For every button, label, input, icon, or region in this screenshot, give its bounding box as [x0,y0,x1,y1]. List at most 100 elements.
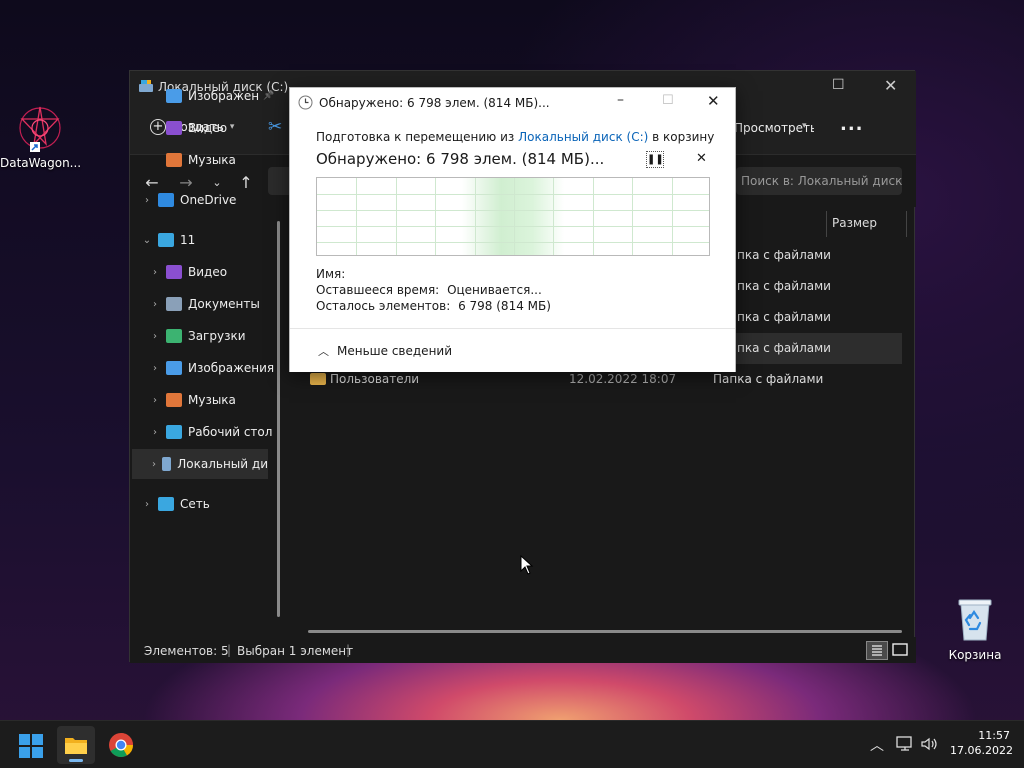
clock[interactable]: 11:57 17.06.2022 [950,729,1013,757]
less-details-button[interactable]: ︿ Меньше сведений [318,343,452,359]
maximize-button[interactable]: ☐ [662,93,674,108]
name-label: Имя: [316,267,346,281]
expand-chevron-icon[interactable]: › [148,363,162,374]
desktop-icon-label: Корзина [948,648,1002,662]
graph-gridline [317,226,709,227]
tiles-view-button[interactable] [890,641,910,660]
speed-graph [316,177,710,256]
sidebar-item-pictures[interactable]: Изображен 📌 [130,81,280,111]
desktop-icon [166,425,182,439]
sidebar-item-pictures[interactable]: › Изображения [130,353,280,383]
sidebar-item-label: 11 [180,233,196,247]
prep-prefix: Подготовка к перемещению из [316,130,515,144]
expand-chevron-icon[interactable]: › [148,267,162,278]
volume-icon[interactable] [920,736,938,752]
details-view-icon [872,645,882,656]
local-disk-icon [162,457,172,471]
sidebar-item-network[interactable]: › Сеть [130,489,280,519]
operation-description: Подготовка к перемещению из Локальный ди… [316,130,714,144]
desktop-icon-datawagon[interactable]: DataWagon... [0,104,82,170]
expand-chevron-icon[interactable]: › [148,299,162,310]
taskbar-file-explorer[interactable] [57,726,95,764]
file-type: пка с файлами [737,248,831,262]
remaining-label: Осталось элементов: [316,299,451,313]
sidebar-item-this-pc[interactable]: ⌄ 11 [130,225,280,255]
start-button[interactable] [18,733,44,759]
status-divider: | [346,643,351,657]
dialog-footer: ︿ Меньше сведений [290,328,735,372]
show-hidden-icons-button[interactable]: ︿ [870,735,884,755]
taskbar-chrome[interactable] [108,732,134,758]
sidebar-item-label: Локальный ди [177,457,268,471]
clock-icon [298,95,313,110]
active-app-indicator [69,759,83,762]
folder-icon [65,738,87,754]
sidebar-item-videos[interactable]: Видео [130,113,280,143]
chrome-icon [109,733,133,758]
expand-chevron-icon[interactable]: › [148,395,162,406]
mouse-cursor [520,555,534,575]
details-view-button[interactable] [866,641,888,660]
sidebar-item-label: OneDrive [180,193,237,207]
file-date: 12.02.2022 18:07 [569,372,677,386]
sidebar-item-label: Видео [188,265,228,279]
more-options-button[interactable]: ... [840,114,864,135]
column-header-divider [826,211,827,237]
sidebar-item-documents[interactable]: › Документы [130,289,280,319]
less-details-label: Меньше сведений [337,344,453,358]
cancel-button[interactable]: ✕ [696,151,707,166]
restore-button[interactable]: ☐ [832,77,845,93]
time-remaining-row: Оставшееся время: Оценивается... [316,283,542,297]
expand-chevron-icon[interactable]: ⌄ [140,235,154,246]
sidebar-item-desktop[interactable]: › Рабочий стол [130,417,280,447]
windows-logo-icon [19,734,43,758]
sidebar-item-label: Рабочий стол [188,425,273,439]
delete-progress-dialog: Обнаружено: 6 798 элем. (814 МБ)... – ☐ … [289,87,736,372]
time-value: Оценивается... [447,283,542,297]
sidebar-item-videos[interactable]: › Видео [130,257,280,287]
sidebar-item-music[interactable]: › Музыка [130,385,280,415]
network-status-icon[interactable] [896,736,914,752]
graph-gridline [317,210,709,211]
dialog-title: Обнаружено: 6 798 элем. (814 МБ)... [319,96,550,110]
pin-icon: 📌 [263,91,275,101]
pause-icon: ❚❚ [647,154,664,165]
desktop-icon-label: DataWagon... [0,156,82,170]
sidebar-item-label: Сеть [180,497,210,511]
status-bar: Элементов: 5 | Выбран 1 элемент | [130,637,916,663]
graph-gridline [671,178,673,255]
dialog-titlebar[interactable]: Обнаружено: 6 798 элем. (814 МБ)... – ☐ … [290,88,737,118]
expand-chevron-icon[interactable]: › [140,499,154,510]
expand-chevron-icon[interactable]: › [140,195,154,206]
sidebar-item-downloads[interactable]: › Загрузки [130,321,280,351]
file-type: пка с файлами [737,341,831,355]
close-button[interactable]: ✕ [884,76,897,95]
sidebar-item-onedrive[interactable]: › OneDrive [130,185,280,215]
pause-button[interactable]: ❚❚ [646,151,664,168]
minimize-button[interactable]: – [617,92,624,108]
chevron-down-icon: ▾ [802,121,807,131]
onedrive-icon [158,193,174,207]
time-label: Оставшееся время: [316,283,440,297]
sidebar-item-music[interactable]: Музыка [130,145,280,175]
sidebar-item-label: Загрузки [188,329,246,343]
expand-chevron-icon[interactable]: › [148,427,162,438]
prep-suffix: в корзину [652,130,715,144]
source-link[interactable]: Локальный диск (C:) [518,130,648,144]
pictures-icon [166,89,182,103]
tiles-view-icon [892,643,908,656]
search-box[interactable]: Поиск в: Локальный диск (... [736,167,902,195]
expand-chevron-icon[interactable]: › [148,331,162,342]
desktop-icon-recycle-bin[interactable]: Корзина [935,596,1015,662]
column-header-size[interactable]: Размер [832,216,877,230]
expand-chevron-icon[interactable]: › [150,459,158,470]
pictures-icon [166,361,182,375]
this-pc-icon [158,233,174,247]
horizontal-scrollbar[interactable] [308,630,902,633]
sidebar-item-local-disk[interactable]: › Локальный ди [132,449,268,479]
taskbar: ︿ 11:57 17.06.2022 [0,720,1024,768]
column-header-divider [906,211,907,237]
graph-gridline [356,178,358,255]
sidebar-item-label: Изображен [188,89,260,103]
close-button[interactable]: ✕ [707,92,720,110]
